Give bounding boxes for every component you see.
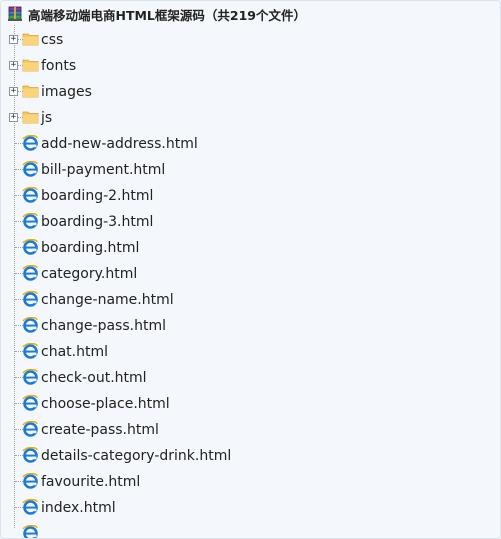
ie-html-icon	[22, 160, 39, 177]
tree-file-row[interactable]: chat.html	[1, 339, 491, 365]
tree-file-row[interactable]: boarding.html	[1, 235, 491, 261]
tree-file-row[interactable]: change-pass.html	[1, 313, 491, 339]
archive-header[interactable]: 高端移动端电商HTML框架源码（共219个文件）	[7, 5, 306, 23]
tree-file-row[interactable]: category.html	[1, 261, 491, 287]
folder-icon	[22, 31, 39, 47]
ie-html-icon	[22, 186, 39, 203]
folder-icon	[22, 83, 39, 99]
file-name[interactable]: add-new-address.html	[41, 135, 198, 153]
file-name[interactable]: change-name.html	[41, 291, 174, 309]
tree-file-row[interactable]: bill-payment.html	[1, 157, 491, 183]
folder-name[interactable]: js	[41, 109, 52, 127]
file-name[interactable]: boarding.html	[41, 239, 139, 257]
tree-file-row[interactable]: choose-place.html	[1, 391, 491, 417]
tree-folder-row[interactable]: + images	[1, 79, 491, 105]
folder-name[interactable]: images	[41, 83, 92, 101]
folder-name[interactable]: fonts	[41, 57, 76, 75]
folder-name[interactable]: css	[41, 31, 63, 49]
tree-file-row[interactable]: create-pass.html	[1, 417, 491, 443]
ie-html-icon	[22, 524, 39, 538]
file-name[interactable]: index.html	[41, 499, 116, 517]
tree-file-row-partial	[1, 521, 491, 538]
tree-file-row[interactable]: boarding-2.html	[1, 183, 491, 209]
ie-html-icon	[22, 498, 39, 515]
file-name[interactable]: favourite.html	[41, 473, 140, 491]
tree-folder-row[interactable]: + fonts	[1, 53, 491, 79]
folder-icon	[22, 57, 39, 73]
file-name[interactable]: boarding-3.html	[41, 213, 153, 231]
expand-toggle[interactable]: +	[9, 35, 18, 44]
file-name[interactable]: chat.html	[41, 343, 108, 361]
ie-html-icon	[22, 342, 39, 359]
expand-toggle[interactable]: +	[9, 61, 18, 70]
tree-file-row[interactable]: boarding-3.html	[1, 209, 491, 235]
winrar-archive-icon	[7, 6, 24, 22]
folder-icon	[22, 109, 39, 125]
expand-toggle[interactable]: +	[9, 87, 18, 96]
file-name[interactable]: choose-place.html	[41, 395, 170, 413]
ie-html-icon	[22, 134, 39, 151]
file-name[interactable]: bill-payment.html	[41, 161, 165, 179]
ie-html-icon	[22, 420, 39, 437]
tree-file-row[interactable]: favourite.html	[1, 469, 491, 495]
ie-html-icon	[22, 264, 39, 281]
ie-html-icon	[22, 368, 39, 385]
ie-html-icon	[22, 316, 39, 333]
tree-file-row[interactable]: check-out.html	[1, 365, 491, 391]
expand-toggle[interactable]: +	[9, 113, 18, 122]
tree-file-row[interactable]: details-category-drink.html	[1, 443, 491, 469]
tree-folder-row[interactable]: + css	[1, 27, 491, 53]
ie-html-icon	[22, 472, 39, 489]
file-name[interactable]: change-pass.html	[41, 317, 166, 335]
tree-file-row[interactable]: index.html	[1, 495, 491, 521]
file-name[interactable]: category.html	[41, 265, 137, 283]
file-name[interactable]: boarding-2.html	[41, 187, 153, 205]
file-name[interactable]: details-category-drink.html	[41, 447, 231, 465]
ie-html-icon	[22, 212, 39, 229]
file-tree-panel: 高端移动端电商HTML框架源码（共219个文件） + css + fonts + i…	[0, 0, 501, 539]
tree-folder-row[interactable]: + js	[1, 105, 491, 131]
ie-html-icon	[22, 290, 39, 307]
archive-title: 高端移动端电商HTML框架源码（共219个文件）	[28, 7, 306, 23]
ie-html-icon	[22, 446, 39, 463]
tree-file-row[interactable]: change-name.html	[1, 287, 491, 313]
ie-html-icon	[22, 238, 39, 255]
file-name[interactable]: create-pass.html	[41, 421, 159, 439]
ie-html-icon	[22, 394, 39, 411]
file-name[interactable]: check-out.html	[41, 369, 147, 387]
tree-file-row[interactable]: add-new-address.html	[1, 131, 491, 157]
